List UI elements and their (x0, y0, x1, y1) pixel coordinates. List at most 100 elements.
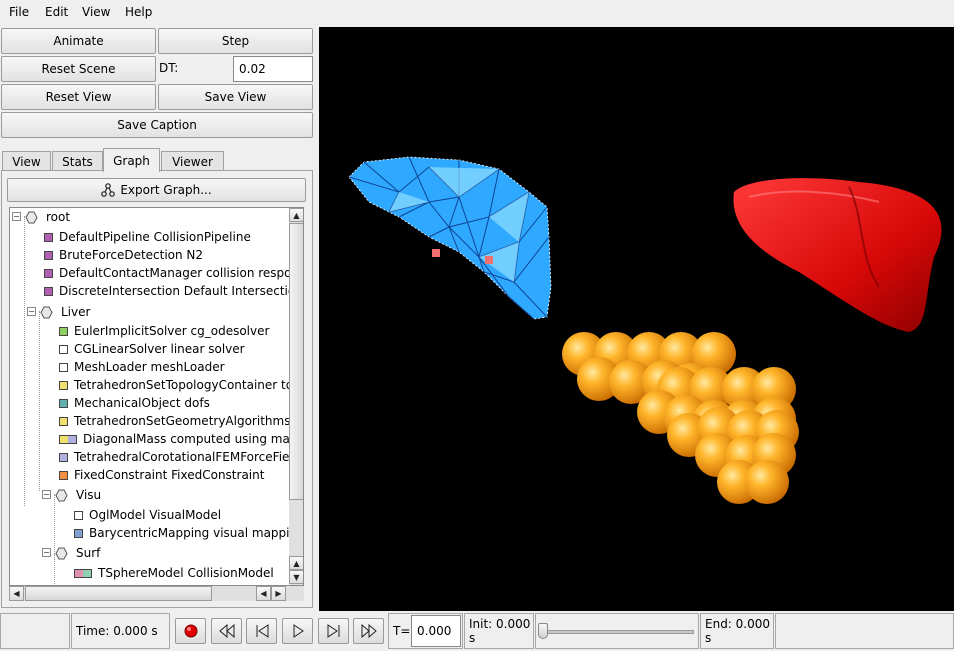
tree-item-label: TSphereModel CollisionModel (98, 566, 274, 580)
save-view-button[interactable]: Save View (158, 84, 313, 110)
liver-mesh (348, 156, 552, 320)
fast-forward-icon (361, 624, 377, 638)
scroll-left-arrow-icon-2[interactable]: ◀ (256, 586, 271, 601)
tree-item-label: BarycentricMapping visual mapping (89, 526, 304, 540)
step-back-button[interactable] (246, 618, 277, 644)
tree-component[interactable]: DiagonalMass computed using mass (59, 430, 302, 448)
node-hexagon-icon (55, 547, 68, 559)
tree-component[interactable]: BruteForceDetection N2 (44, 246, 203, 264)
menu-view[interactable]: View (82, 5, 110, 19)
tree-component[interactable]: TSphereModel CollisionModel (74, 564, 274, 582)
collapse-toggle-icon[interactable]: − (42, 490, 51, 499)
vscroll-thumb[interactable] (289, 223, 303, 500)
time-display: Time: 0.000 s (71, 613, 170, 649)
hscroll-thumb[interactable] (25, 586, 212, 601)
component-color-icon (44, 232, 53, 242)
tab-graph[interactable]: Graph (103, 148, 160, 172)
tab-stats[interactable]: Stats (52, 151, 103, 171)
collision-sphere (745, 460, 789, 504)
step-back-icon (256, 624, 268, 638)
init-display: Init: 0.000 s (464, 613, 534, 649)
scene-render (348, 156, 942, 504)
play-button[interactable] (282, 618, 313, 644)
tree-item-label: Liver (61, 305, 91, 319)
tree-item-label: MechanicalObject dofs (74, 396, 210, 410)
tree-component[interactable]: MechanicalObject dofs (59, 394, 210, 412)
tree-node[interactable]: Visu (55, 486, 101, 504)
export-graph-button[interactable]: Export Graph... (7, 178, 306, 202)
fast-forward-button[interactable] (353, 618, 384, 644)
tree-item-label: Surf (76, 546, 101, 560)
step-button[interactable]: Step (158, 28, 313, 54)
save-caption-button[interactable]: Save Caption (1, 112, 313, 138)
tree-component[interactable]: TetrahedronSetGeometryAlgorithms Ge (59, 412, 303, 430)
tree-item-label: DiscreteIntersection Default Intersectio… (59, 284, 303, 298)
menu-bar: File Edit View Help (0, 0, 954, 26)
tree-component[interactable]: DefaultContactManager collision respons (44, 264, 303, 282)
reset-view-button[interactable]: Reset View (1, 84, 156, 110)
component-color-icon (44, 268, 53, 278)
menu-help[interactable]: Help (125, 5, 152, 19)
component-color-icon (59, 398, 68, 408)
component-color-icon (44, 250, 53, 260)
tree-connector (54, 554, 55, 584)
tree-item-label: BruteForceDetection N2 (59, 248, 204, 262)
tree-node[interactable]: Surf (55, 544, 100, 562)
t-label: T= (393, 624, 411, 638)
t-input[interactable]: 0.000 (411, 615, 461, 647)
collapse-toggle-icon[interactable]: − (27, 307, 36, 316)
tab-viewer[interactable]: Viewer (161, 151, 224, 171)
tree-component[interactable]: DefaultPipeline CollisionPipeline (44, 228, 251, 246)
tree-component[interactable]: EulerImplicitSolver cg_odesolver (59, 322, 269, 340)
menu-edit[interactable]: Edit (45, 5, 68, 19)
component-color-icon (59, 326, 68, 336)
3d-viewport[interactable] (319, 27, 954, 611)
scroll-right-arrow-icon[interactable]: ▶ (271, 586, 286, 601)
tree-item-label: Visu (76, 488, 102, 502)
end-display: End: 0.000 s (700, 613, 774, 649)
collapse-toggle-icon[interactable]: − (12, 212, 21, 221)
tab-view[interactable]: View (2, 151, 51, 171)
tree-component[interactable]: OglModel VisualModel (74, 506, 221, 524)
animate-button[interactable]: Animate (1, 28, 156, 54)
scroll-down-arrow-icon[interactable]: ▼ (289, 570, 303, 584)
tree-component[interactable]: BarycentricMapping visual mapping (74, 524, 304, 542)
tree-component[interactable]: TetrahedralCorotationalFEMForceField (59, 448, 300, 466)
timeline-panel (535, 613, 699, 649)
record-button[interactable] (175, 618, 206, 644)
timeline-slider-handle[interactable] (538, 623, 548, 639)
tree-node[interactable]: root (25, 208, 70, 226)
tree-item-label: CGLinearSolver linear solver (74, 342, 245, 356)
component-color-icon (74, 510, 83, 520)
menu-file[interactable]: File (9, 5, 29, 19)
dt-input[interactable]: 0.02 (233, 56, 313, 82)
step-forward-button[interactable] (318, 618, 349, 644)
node-hexagon-icon (40, 306, 53, 318)
tree-node[interactable]: Liver (40, 303, 90, 321)
status-right (775, 613, 954, 649)
component-color-icon (44, 286, 53, 296)
scene-graph-tree[interactable]: − root DefaultPipeline CollisionPipeline Br… (9, 207, 304, 586)
dt-label: DT: (159, 61, 179, 75)
rewind-button[interactable] (211, 618, 242, 644)
tree-item-label: FixedConstraint FixedConstraint (74, 468, 265, 482)
tree-component[interactable]: MeshLoader meshLoader (59, 358, 225, 376)
tree-item-label: root (46, 210, 71, 224)
node-hexagon-icon (55, 489, 68, 501)
tree-component[interactable]: TetrahedronSetTopologyContainer top (59, 376, 301, 394)
export-graph-label: Export Graph... (120, 183, 212, 197)
graph-icon (101, 183, 116, 197)
node-hexagon-icon (25, 211, 38, 223)
collapse-toggle-icon[interactable]: − (42, 548, 51, 557)
scroll-up-arrow-icon-2[interactable]: ▲ (289, 556, 303, 570)
tree-connector (24, 216, 25, 506)
tree-component[interactable]: CGLinearSolver linear solver (59, 340, 245, 358)
scroll-left-arrow-icon[interactable]: ◀ (9, 586, 24, 601)
scroll-up-arrow-icon[interactable]: ▲ (289, 208, 303, 222)
tree-component[interactable]: FixedConstraint FixedConstraint (59, 466, 264, 484)
component-color-icon (74, 568, 92, 578)
tree-connector (39, 311, 40, 491)
tree-component[interactable]: DiscreteIntersection Default Intersectio… (44, 282, 303, 300)
tree-item-label: MeshLoader meshLoader (74, 360, 225, 374)
reset-scene-button[interactable]: Reset Scene (1, 56, 156, 82)
